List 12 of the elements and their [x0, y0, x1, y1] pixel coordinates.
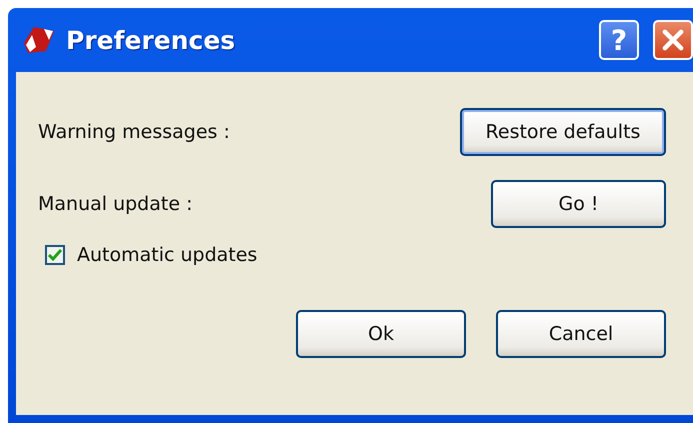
window-title: Preferences	[66, 26, 236, 54]
help-button[interactable]: ?	[599, 20, 639, 60]
checkbox[interactable]	[45, 245, 65, 265]
action-button[interactable]: Go !	[491, 180, 666, 228]
checkbox-label: Automatic updates	[77, 244, 258, 266]
setting-label: Manual update :	[38, 193, 192, 215]
close-icon[interactable]	[653, 20, 693, 60]
dialog-button[interactable]: Ok	[296, 310, 466, 358]
dialog-button[interactable]: Cancel	[496, 310, 666, 358]
setting-label: Warning messages :	[38, 121, 230, 143]
app-logo-icon	[22, 25, 56, 55]
action-button[interactable]: Restore defaults	[460, 108, 666, 156]
